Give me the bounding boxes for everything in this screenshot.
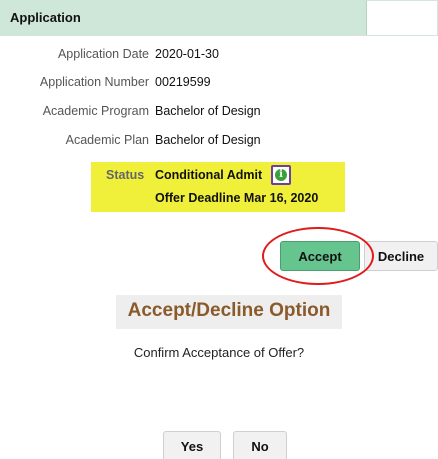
field-label: Academic Program: [42, 104, 149, 118]
field-label: Application Number: [39, 75, 149, 89]
field-value: Bachelor of Design: [155, 104, 261, 118]
field-value: Bachelor of Design: [155, 133, 261, 147]
accept-annotation-circle: [262, 227, 374, 285]
field-label: Academic Plan: [65, 133, 149, 147]
field-application-date: Application Date 2020-01-30: [0, 47, 438, 65]
yes-button[interactable]: Yes: [163, 431, 221, 459]
offer-deadline: Offer Deadline Mar 16, 2020: [155, 191, 319, 205]
info-icon[interactable]: i: [271, 165, 291, 185]
dialog-title: Accept/Decline Option: [127, 300, 331, 321]
no-button[interactable]: No: [233, 431, 287, 459]
field-application-number: Application Number 00219599: [0, 75, 438, 93]
field-value: 2020-01-30: [155, 47, 219, 61]
application-header: Application: [0, 0, 438, 36]
field-label: Application Date: [57, 47, 149, 61]
dialog-question: Confirm Acceptance of Offer?: [133, 345, 305, 360]
application-header-bar: Application: [0, 0, 366, 36]
status-label: Status: [106, 168, 145, 182]
status-value: Conditional Admit: [155, 168, 263, 182]
application-header-cell: [366, 0, 438, 36]
decline-button[interactable]: Decline: [364, 241, 438, 271]
status-highlight: Status Conditional Admit i Offer Deadlin…: [91, 162, 345, 212]
field-academic-plan: Academic Plan Bachelor of Design: [0, 133, 438, 151]
field-value: 00219599: [155, 75, 211, 89]
info-icon-glyph: i: [275, 169, 287, 181]
application-header-title: Application: [10, 10, 81, 25]
field-academic-program: Academic Program Bachelor of Design: [0, 104, 438, 122]
